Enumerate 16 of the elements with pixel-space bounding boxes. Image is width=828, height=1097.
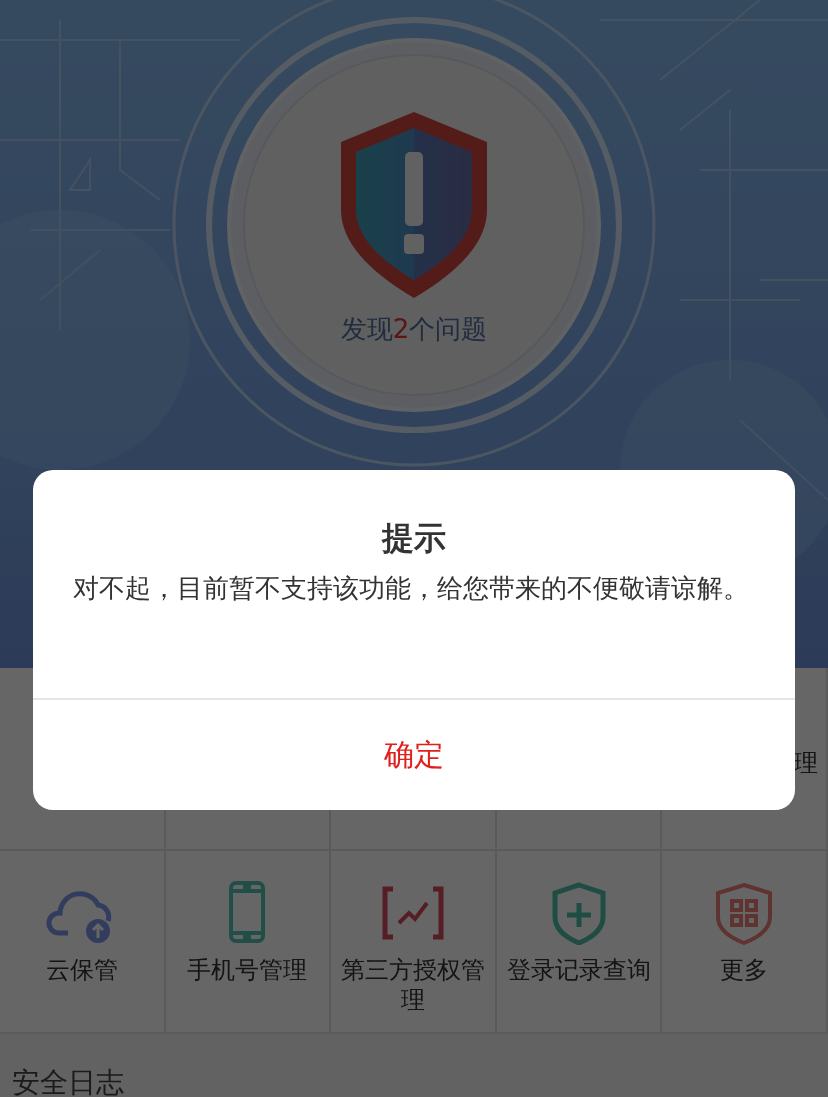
grid-label: 云保管 xyxy=(44,955,119,985)
grid-item[interactable]: 更多 xyxy=(662,851,828,1034)
grid-label: 第三方授权管理 xyxy=(340,955,486,1015)
scan-result-text: 发现2个问题 xyxy=(339,313,489,346)
section-title: 安全日志 xyxy=(11,1065,125,1097)
grid-label: 更多 xyxy=(719,955,770,985)
grid-label: 理 xyxy=(794,747,818,779)
grid-item[interactable]: 云保管 xyxy=(0,851,166,1034)
confirm-button[interactable]: 确定 xyxy=(33,698,795,810)
grid-item[interactable]: 手机号管理 xyxy=(165,851,332,1034)
grid-item[interactable]: 第三方授权管理 xyxy=(331,851,497,1034)
dialog-title: 提示 xyxy=(382,518,446,559)
grid-label: 手机号管理 xyxy=(186,955,309,985)
dialog-message: 对不起，目前暂不支持该功能，给您带来的不便敬请谅解。 xyxy=(72,572,750,605)
grid-label: 登录记录查询 xyxy=(505,955,652,985)
grid-item[interactable]: 登录记录查询 xyxy=(496,851,663,1034)
